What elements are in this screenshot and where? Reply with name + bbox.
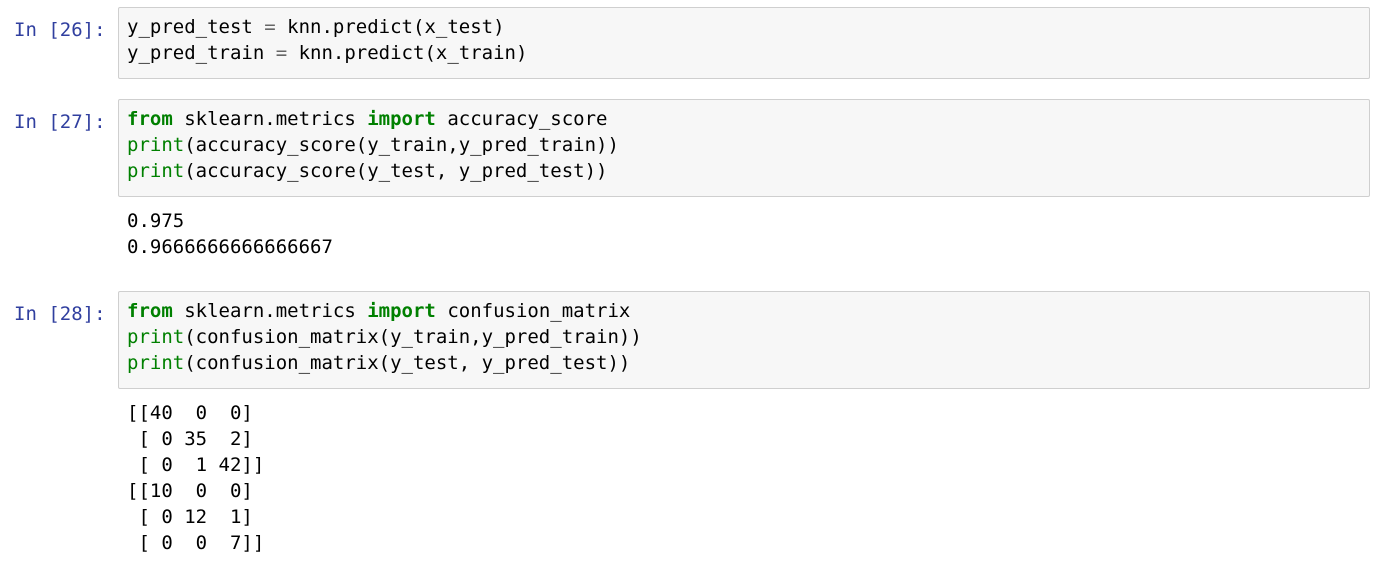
- keyword-import: import: [367, 300, 436, 322]
- keyword-from: from: [127, 300, 173, 322]
- code-line: print(accuracy_score(y_train,y_pred_trai…: [127, 134, 619, 156]
- cell-prompt: In [27]:: [14, 111, 106, 133]
- output-line: [[40 0 0]: [127, 402, 253, 424]
- cell-prompt: In [26]:: [14, 19, 106, 41]
- cell-output: 0.975 0.9666666666666667: [127, 208, 333, 260]
- output-line: [ 0 0 7]]: [127, 532, 265, 554]
- output-line: [ 0 35 2]: [127, 428, 253, 450]
- output-line: 0.9666666666666667: [127, 236, 333, 258]
- code-line: y_pred_train = knn.predict(x_train): [127, 42, 528, 64]
- code-line: from sklearn.metrics import confusion_ma…: [127, 300, 631, 322]
- code-line: print(confusion_matrix(y_test, y_pred_te…: [127, 352, 631, 374]
- output-line: [ 0 1 42]]: [127, 454, 265, 476]
- code-input-area[interactable]: y_pred_test = knn.predict(x_test) y_pred…: [118, 7, 1370, 79]
- code-line: y_pred_test = knn.predict(x_test): [127, 16, 505, 38]
- code-line: from sklearn.metrics import accuracy_sco…: [127, 108, 608, 130]
- builtin-print: print: [127, 326, 185, 348]
- code-line: print(accuracy_score(y_test, y_pred_test…: [127, 160, 608, 182]
- builtin-print: print: [127, 160, 185, 182]
- keyword-from: from: [127, 108, 173, 130]
- builtin-print: print: [127, 352, 185, 374]
- code-input-area[interactable]: from sklearn.metrics import accuracy_sco…: [118, 99, 1370, 197]
- output-line: [[10 0 0]: [127, 480, 253, 502]
- code-input-area[interactable]: from sklearn.metrics import confusion_ma…: [118, 291, 1370, 389]
- keyword-import: import: [367, 108, 436, 130]
- cell-output: [[40 0 0] [ 0 35 2] [ 0 1 42]] [[10 0 0]…: [127, 400, 264, 556]
- cell-prompt: In [28]:: [14, 303, 106, 325]
- builtin-print: print: [127, 134, 185, 156]
- output-line: 0.975: [127, 210, 185, 232]
- code-line: print(confusion_matrix(y_train,y_pred_tr…: [127, 326, 642, 348]
- output-line: [ 0 12 1]: [127, 506, 253, 528]
